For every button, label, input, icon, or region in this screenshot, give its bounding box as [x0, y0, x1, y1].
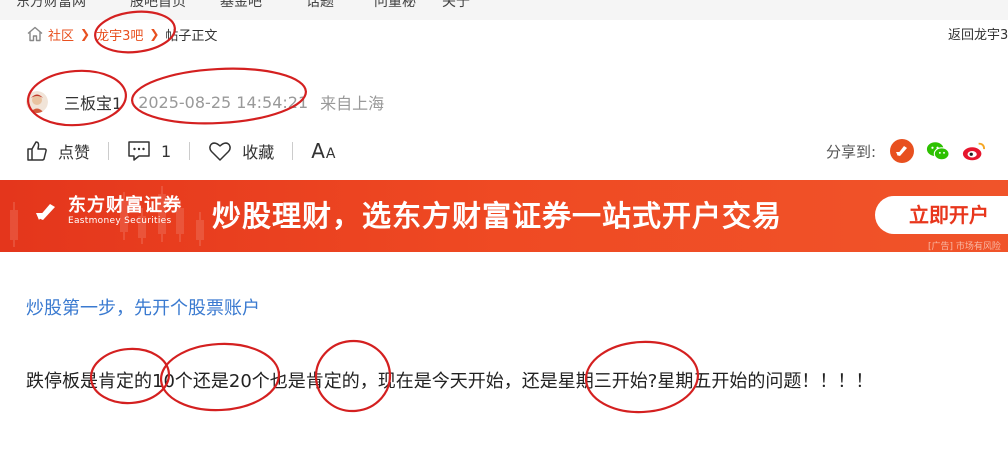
open-account-link[interactable]: 炒股第一步，先开个股票账户 — [26, 294, 260, 320]
open-account-button[interactable]: 立即开户 — [875, 196, 1008, 234]
divider — [189, 142, 191, 160]
nav-item-topic[interactable]: 话题 — [306, 0, 334, 11]
collect-button[interactable]: 收藏 — [208, 139, 274, 163]
share-bar: 分享到: — [826, 138, 998, 164]
avatar[interactable] — [26, 91, 48, 113]
nav-item-guba-home[interactable]: 股吧首页 — [130, 0, 186, 11]
breadcrumb-current: 帖子正文 — [165, 28, 218, 44]
post-time: 2025-08-25 14:54:21 — [138, 92, 309, 112]
breadcrumb-separator-icon: ❯ — [80, 27, 91, 41]
back-to-bar-link[interactable]: 返回龙宇3吧 — [948, 24, 1008, 43]
author-name[interactable]: 三板宝1 — [64, 90, 122, 114]
post-body: 跌停板是肯定的10个还是20个也是肯定的，现在是今天开始，还是星期三开始?星期五… — [26, 371, 874, 392]
breadcrumb-separator-icon: ❯ — [149, 27, 160, 41]
breadcrumb: 社区 ❯ 龙宇3吧 ❯ 帖子正文 — [26, 24, 217, 44]
ad-banner[interactable]: 东方财富证券 Eastmoney Securities 炒股理财，选东方财富证券… — [0, 180, 1008, 252]
divider — [292, 142, 294, 160]
nav-item-ask-secretary[interactable]: 问董秘 — [374, 0, 416, 11]
eastmoney-securities-logo: 东方财富证券 Eastmoney Securities — [34, 196, 182, 227]
comment-button[interactable]: 1 — [127, 140, 171, 162]
post-actions: 点赞 1 收藏 AA — [26, 138, 336, 164]
heart-icon — [209, 142, 232, 161]
weibo-share-icon[interactable] — [962, 139, 986, 163]
breadcrumb-community[interactable]: 社区 — [48, 25, 74, 44]
thumbs-up-icon — [27, 141, 47, 161]
nav-item-fund[interactable]: 基金吧 — [220, 0, 262, 11]
home-icon[interactable] — [26, 25, 44, 43]
nav-item-eastmoney[interactable]: 东方财富网 — [16, 0, 86, 11]
font-size-small: A — [325, 146, 337, 162]
logo-en-text: Eastmoney Securities — [68, 216, 172, 226]
like-button[interactable]: 点赞 — [26, 139, 90, 163]
eastmoney-logo-icon — [36, 203, 55, 220]
nav-item-about[interactable]: 关于 — [442, 0, 470, 11]
wechat-share-icon[interactable] — [926, 139, 950, 163]
comment-count: 1 — [161, 141, 172, 161]
like-label: 点赞 — [58, 143, 91, 162]
ad-disclaimer: [广告] 市场有风险 — [928, 242, 1001, 252]
font-size-large: A — [311, 139, 326, 163]
logo-cn-text: 东方财富证券 — [68, 195, 182, 216]
author-info: 三板宝1 2025-08-25 14:54:21 来自上海 — [26, 88, 384, 116]
post-location: 来自上海 — [320, 94, 385, 113]
font-size-toggle[interactable]: AA — [311, 139, 336, 163]
divider — [108, 142, 110, 160]
comment-icon — [128, 141, 150, 161]
banner-slogan: 炒股理财，选东方财富证券一站式开户交易 — [212, 199, 783, 233]
share-label: 分享到: — [826, 142, 877, 161]
eastmoney-share-icon[interactable] — [890, 139, 915, 163]
top-nav: 东方财富网 股吧首页 基金吧 话题 问董秘 关于 — [0, 0, 1008, 20]
collect-label: 收藏 — [242, 143, 275, 162]
breadcrumb-bar[interactable]: 龙宇3吧 — [96, 25, 143, 44]
